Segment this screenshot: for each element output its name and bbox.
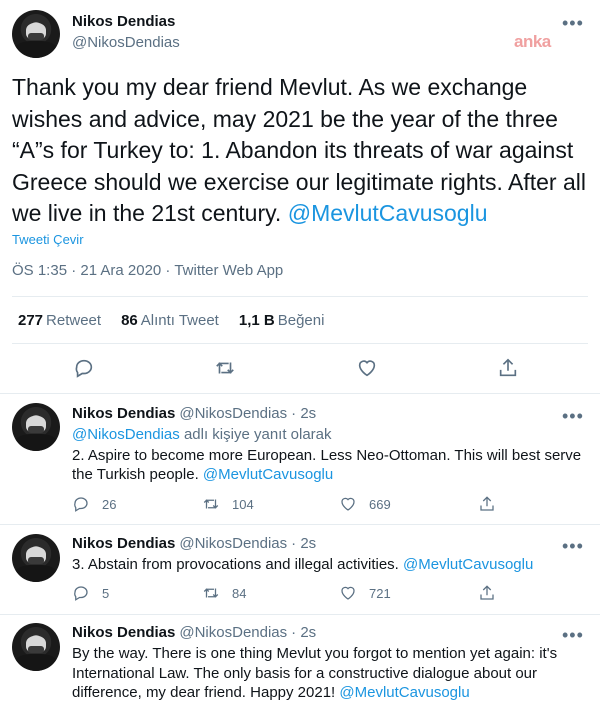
author-name[interactable]: Nikos Dendias bbox=[72, 624, 175, 641]
retweets-stat[interactable]: 277 Retweet bbox=[18, 312, 101, 329]
like-icon bbox=[341, 497, 355, 511]
reply-icon[interactable] bbox=[73, 357, 97, 381]
reply-text: @NikosDendias adlı kişiye yanıt olarak 2… bbox=[72, 426, 582, 483]
reply-icon bbox=[74, 497, 88, 512]
main-tweet: Nikos Dendias @NikosDendias ••• anka Tha… bbox=[0, 0, 600, 394]
author-name[interactable]: Nikos Dendias bbox=[72, 405, 175, 422]
like-count: 721 bbox=[369, 585, 391, 601]
avatar[interactable] bbox=[12, 403, 60, 451]
tweet-text: Thank you my dear friend Mevlut. As we e… bbox=[12, 74, 586, 226]
retweet-icon bbox=[203, 499, 219, 509]
reply-tweet[interactable]: Nikos Dendias @NikosDendias · 2s ••• @Niko… bbox=[0, 395, 600, 519]
reply-count: 5 bbox=[102, 585, 110, 601]
more-options-icon[interactable]: ••• bbox=[562, 407, 584, 425]
share-icon bbox=[480, 496, 494, 511]
more-options-icon[interactable]: ••• bbox=[562, 14, 584, 32]
more-options-icon[interactable]: ••• bbox=[562, 626, 584, 644]
mention-link[interactable]: @MevlutCavusoglu bbox=[339, 684, 469, 701]
tweet-meta[interactable]: ÖS 1:35 · 21 Ara 2020 · Twitter Web App bbox=[12, 262, 283, 279]
author-name[interactable]: Nikos Dendias bbox=[72, 13, 175, 30]
likes-stat[interactable]: 1,1 B Beğeni bbox=[239, 312, 325, 329]
retweet-button[interactable]: 104 bbox=[202, 495, 254, 513]
like-button[interactable]: 669 bbox=[339, 495, 391, 513]
retweet-count: 104 bbox=[232, 496, 254, 512]
reply-button[interactable]: 5 bbox=[72, 584, 109, 602]
share-button[interactable] bbox=[478, 495, 496, 513]
reply-text: By the way. There is one thing Mevlut yo… bbox=[72, 645, 558, 701]
more-options-icon[interactable]: ••• bbox=[562, 537, 584, 555]
reply-icon bbox=[74, 586, 88, 601]
retweet-icon[interactable] bbox=[214, 357, 238, 381]
reply-tweet[interactable]: Nikos Dendias @NikosDendias · 2s ••• 3. Ab… bbox=[0, 525, 600, 610]
mention-link[interactable]: @MevlutCavusoglu bbox=[203, 466, 333, 483]
mention-link[interactable]: @MevlutCavusoglu bbox=[288, 200, 488, 226]
reply-count: 26 bbox=[102, 496, 117, 512]
retweet-count: 84 bbox=[232, 585, 247, 601]
reply-tweet[interactable]: Nikos Dendias @NikosDendias · 2s ••• By th… bbox=[0, 615, 600, 713]
tweet-stats: 277 Retweet 86 Alıntı Tweet 1,1 B Beğeni bbox=[18, 312, 324, 329]
reply-text: 3. Abstain from provocations and illegal… bbox=[72, 556, 534, 573]
retweet-icon bbox=[203, 588, 219, 598]
share-icon[interactable] bbox=[497, 357, 521, 381]
tweet-time[interactable]: · 2s bbox=[291, 535, 316, 552]
watermark-logo: anka bbox=[514, 32, 551, 51]
share-icon bbox=[480, 585, 494, 600]
avatar[interactable] bbox=[12, 10, 60, 58]
tweet-time[interactable]: · 2s bbox=[291, 624, 316, 641]
translate-link[interactable]: Tweeti Çevir bbox=[12, 232, 84, 247]
retweet-button[interactable]: 84 bbox=[202, 584, 246, 602]
author-handle[interactable]: @NikosDendias bbox=[179, 535, 287, 552]
avatar[interactable] bbox=[12, 623, 60, 671]
reply-actions: 26 104 669 bbox=[72, 495, 592, 515]
replying-to-link[interactable]: @NikosDendias bbox=[72, 426, 180, 443]
mention-link[interactable]: @MevlutCavusoglu bbox=[403, 556, 533, 573]
divider bbox=[12, 343, 588, 344]
author-handle[interactable]: @NikosDendias bbox=[179, 405, 287, 422]
like-icon[interactable] bbox=[356, 357, 380, 381]
like-count: 669 bbox=[369, 496, 391, 512]
avatar[interactable] bbox=[12, 534, 60, 582]
tweet-actions bbox=[0, 357, 600, 381]
reply-actions: 5 84 721 bbox=[72, 584, 592, 604]
author-name[interactable]: Nikos Dendias bbox=[72, 535, 175, 552]
author-handle[interactable]: @NikosDendias bbox=[179, 624, 287, 641]
divider bbox=[12, 296, 588, 297]
reply-header: Nikos Dendias @NikosDendias · 2s bbox=[72, 405, 316, 422]
reply-button[interactable]: 26 bbox=[72, 495, 116, 513]
like-button[interactable]: 721 bbox=[339, 584, 391, 602]
author-handle[interactable]: @NikosDendias bbox=[72, 34, 180, 51]
share-button[interactable] bbox=[478, 584, 496, 602]
tweet-time[interactable]: · 2s bbox=[291, 405, 316, 422]
reply-header: Nikos Dendias @NikosDendias · 2s bbox=[72, 535, 316, 552]
quotes-stat[interactable]: 86 Alıntı Tweet bbox=[121, 312, 219, 329]
reply-header: Nikos Dendias @NikosDendias · 2s bbox=[72, 624, 316, 641]
like-icon bbox=[341, 586, 355, 600]
